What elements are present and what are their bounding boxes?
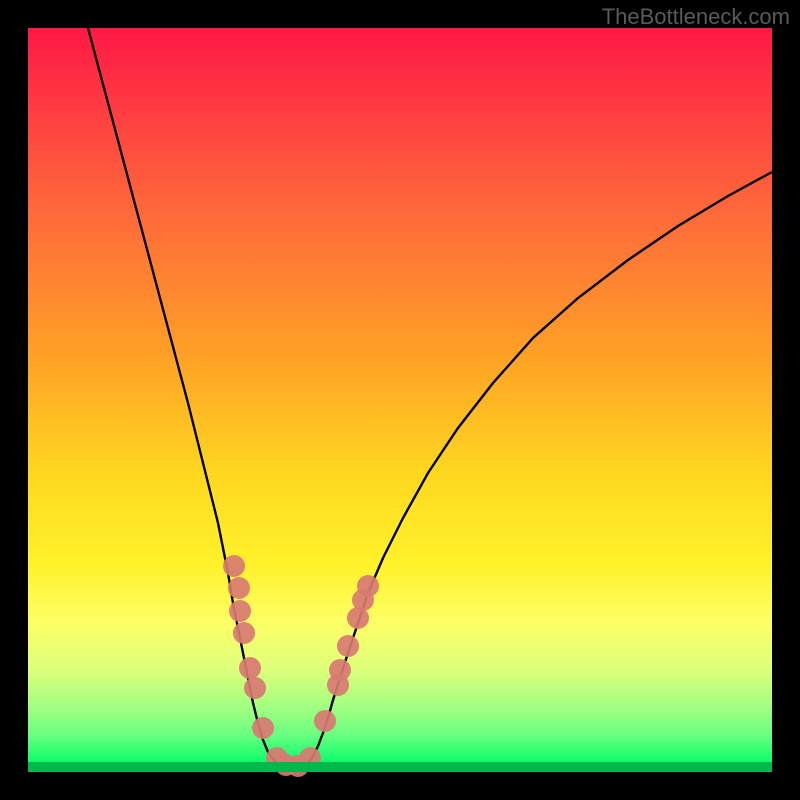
data-marker (337, 635, 359, 657)
curve-layer (28, 28, 772, 772)
data-marker (357, 575, 379, 597)
data-marker (314, 710, 336, 732)
data-marker (223, 555, 245, 577)
data-marker (252, 717, 274, 739)
plot-area (28, 28, 772, 772)
curve-right-branch (293, 172, 772, 768)
data-marker (233, 622, 255, 644)
chart-frame: TheBottleneck.com (0, 0, 800, 800)
green-baseline-band (28, 762, 772, 772)
data-marker (244, 677, 266, 699)
data-marker (228, 577, 250, 599)
curve-left-branch (88, 28, 293, 768)
watermark-text: TheBottleneck.com (602, 4, 790, 30)
data-marker (229, 600, 251, 622)
data-marker (239, 657, 261, 679)
data-marker (329, 659, 351, 681)
